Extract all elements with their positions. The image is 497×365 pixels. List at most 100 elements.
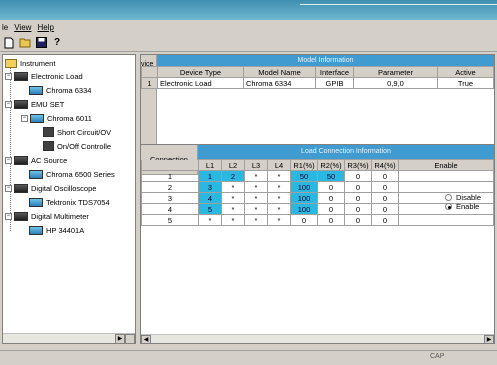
tree-hscrollbar[interactable]: ▶: [3, 333, 135, 343]
table-cell[interactable]: 0: [317, 214, 345, 226]
table-cell[interactable]: 100: [290, 192, 318, 204]
table-cell[interactable]: 0: [344, 181, 372, 193]
table-cell[interactable]: 100: [290, 203, 318, 215]
table-cell[interactable]: 0: [344, 203, 372, 215]
tree-item-chroma-6334[interactable]: Chroma 6334: [29, 84, 91, 96]
collapse-icon[interactable]: −: [5, 212, 12, 220]
radio-button-icon[interactable]: [445, 203, 452, 210]
table-cell[interactable]: *: [267, 170, 291, 182]
table-cell[interactable]: 0: [317, 192, 345, 204]
table-row[interactable]: 1 1 2 * * 50 50 0 0: [141, 170, 494, 182]
collapse-icon[interactable]: −: [5, 156, 12, 164]
table-cell[interactable]: 1: [198, 170, 222, 182]
column-header[interactable]: L4: [267, 159, 291, 171]
table-row[interactable]: 1 Electronic Load Chroma 6334 GPIB 0,9,0…: [141, 77, 494, 89]
scroll-right-arrow-icon[interactable]: ▶: [115, 334, 125, 343]
enable-cell[interactable]: [398, 214, 494, 226]
collapse-icon[interactable]: −: [21, 114, 28, 122]
table-cell[interactable]: 5: [198, 203, 222, 215]
table-cell[interactable]: 0: [371, 203, 399, 215]
help-icon[interactable]: ?: [50, 36, 64, 50]
save-icon[interactable]: [34, 36, 48, 50]
table-cell[interactable]: *: [244, 203, 268, 215]
table-cell[interactable]: *: [221, 203, 245, 215]
table-cell[interactable]: 0: [290, 214, 318, 226]
table-cell[interactable]: *: [267, 192, 291, 204]
table-cell[interactable]: *: [244, 214, 268, 226]
table-cell[interactable]: Electronic Load: [157, 77, 244, 89]
tree-item-short-circuit[interactable]: Short Circuit/OV: [43, 126, 111, 138]
table-cell[interactable]: 4: [198, 192, 222, 204]
table-cell[interactable]: 0: [317, 203, 345, 215]
table-row[interactable]: 2 3 * * * 100 0 0 0: [141, 181, 494, 193]
column-header[interactable]: R2(%): [317, 159, 345, 171]
tree-item-ac-source[interactable]: − AC Source: [5, 154, 67, 166]
disable-radio[interactable]: Disable: [445, 193, 481, 202]
table-cell[interactable]: Chroma 6334: [243, 77, 316, 89]
table-row[interactable]: 5 * * * * 0 0 0 0: [141, 214, 494, 226]
collapse-icon[interactable]: −: [5, 100, 12, 108]
table-row[interactable]: 3 4 * * * 100 0 0 0: [141, 192, 494, 204]
collapse-icon[interactable]: −: [5, 184, 12, 192]
column-header[interactable]: Enable: [398, 159, 494, 171]
tree-item-digital-multimeter[interactable]: − Digital Multimeter: [5, 210, 89, 222]
enable-radio[interactable]: Enable: [445, 202, 479, 211]
table-cell[interactable]: 0: [371, 214, 399, 226]
table-cell[interactable]: *: [267, 181, 291, 193]
column-header[interactable]: L1: [198, 159, 222, 171]
new-file-icon[interactable]: [2, 36, 16, 50]
table-cell[interactable]: 50: [290, 170, 318, 182]
column-header[interactable]: Active: [437, 66, 494, 78]
table-cell[interactable]: 0: [371, 181, 399, 193]
table-cell[interactable]: 3: [198, 181, 222, 193]
table-cell[interactable]: 50: [317, 170, 345, 182]
tree-item-hp-34401a[interactable]: HP 34401A: [29, 224, 84, 236]
tree-item-tektronix[interactable]: Tektronix TDS7054: [29, 196, 110, 208]
column-header[interactable]: L3: [244, 159, 268, 171]
column-header[interactable]: L2: [221, 159, 245, 171]
column-header[interactable]: R4(%): [371, 159, 399, 171]
column-header[interactable]: Model Name: [243, 66, 316, 78]
table-cell[interactable]: True: [437, 77, 494, 89]
table-cell[interactable]: *: [198, 214, 222, 226]
table-cell[interactable]: *: [221, 181, 245, 193]
table-row[interactable]: 4 5 * * * 100 0 0 0: [141, 203, 494, 215]
tree-item-emu-set[interactable]: − EMU SET: [5, 98, 64, 110]
enable-cell[interactable]: [398, 181, 494, 193]
table-cell[interactable]: 0,9,0: [353, 77, 438, 89]
table-cell[interactable]: *: [244, 192, 268, 204]
column-header[interactable]: R3(%): [344, 159, 372, 171]
table-cell[interactable]: *: [244, 170, 268, 182]
table-cell[interactable]: *: [221, 192, 245, 204]
table-cell[interactable]: 2: [221, 170, 245, 182]
menu-help[interactable]: Help: [37, 23, 53, 32]
column-header[interactable]: Interface: [315, 66, 354, 78]
tree-root[interactable]: Instrument: [5, 57, 55, 69]
menu-view[interactable]: View: [14, 23, 31, 32]
table-cell[interactable]: 0: [317, 181, 345, 193]
table-cell[interactable]: 0: [344, 214, 372, 226]
column-header[interactable]: Parameter: [353, 66, 438, 78]
table-cell[interactable]: *: [267, 203, 291, 215]
table-cell[interactable]: GPIB: [315, 77, 354, 89]
table-cell[interactable]: 0: [371, 192, 399, 204]
tree-item-digital-oscilloscope[interactable]: − Digital Oscilloscope: [5, 182, 96, 194]
open-folder-icon[interactable]: [18, 36, 32, 50]
table-cell[interactable]: 0: [344, 170, 372, 182]
tree-item-chroma-6011[interactable]: − Chroma 6011: [21, 112, 92, 124]
table-cell[interactable]: 100: [290, 181, 318, 193]
scroll-left-arrow-icon[interactable]: ◀: [141, 335, 151, 343]
table-cell[interactable]: 0: [344, 192, 372, 204]
tree-item-electronic-load[interactable]: − Electronic Load: [5, 70, 83, 82]
table-cell[interactable]: 0: [371, 170, 399, 182]
table-cell[interactable]: *: [221, 214, 245, 226]
table-cell[interactable]: *: [267, 214, 291, 226]
instrument-tree[interactable]: Instrument − Electronic Load Chroma 6334…: [2, 54, 136, 344]
menu-file[interactable]: le: [2, 23, 8, 32]
collapse-icon[interactable]: −: [5, 72, 12, 80]
enable-cell[interactable]: [398, 170, 494, 182]
scroll-right-arrow-icon[interactable]: ▶: [484, 335, 494, 343]
tree-item-onoff-controller[interactable]: On/Off Controlle: [43, 140, 111, 152]
table-cell[interactable]: *: [244, 181, 268, 193]
load-connection-hscrollbar[interactable]: ◀ ▶: [141, 334, 494, 343]
